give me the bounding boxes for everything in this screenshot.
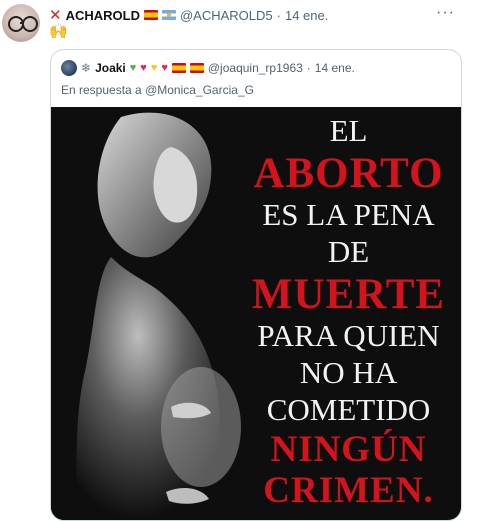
spain-flag-icon [171,63,186,73]
reply-prefix: En respuesta a [61,83,142,97]
separator-dot: · [276,7,281,23]
image-text-line: ABORTO [253,150,444,197]
pregnant-woman-silhouette [51,107,251,520]
image-text-line: DE [327,234,370,269]
image-text-line: CRIMEN. [263,470,434,511]
image-text-line: COMETIDO [266,392,431,427]
avatar[interactable] [2,4,40,42]
tweet-date[interactable]: 14 ene. [285,8,328,23]
reply-mention[interactable]: @Monica_Garcia_G [145,83,254,97]
raised-hands-emoji: 🙌 [49,23,68,40]
spain-flag-icon [143,10,158,20]
display-name[interactable]: ACHAROLD [66,8,140,23]
quoted-tweet[interactable]: ❄ Joaki ♥ ♥ ♥ ♥ @joaquin_rp1963 · 14 ene… [50,49,462,521]
quoted-tweet-header: ❄ Joaki ♥ ♥ ♥ ♥ @joaquin_rp1963 · 14 ene… [61,60,355,76]
image-text-line: ES LA PENA [262,197,435,232]
image-text-line: PARA QUIEN [257,318,440,353]
quoted-date: 14 ene. [314,61,355,75]
image-text-line: EL [329,113,368,148]
argentina-flag-icon [161,10,176,20]
yellow-heart-icon: ♥ [150,61,158,74]
tweet-header: ✕ ACHAROLD @ACHAROLD5 · 14 ene. [49,6,328,24]
tweet: ✕ ACHAROLD @ACHAROLD5 · 14 ene. ··· 🙌 ❄ … [0,0,479,521]
image-text-line: NO HA [299,355,398,390]
more-options-icon[interactable]: ··· [436,4,455,22]
snowflake-icon: ❄ [81,61,92,75]
reply-context: En respuesta a @Monica_Garcia_G [61,83,254,97]
quoted-image[interactable]: EL ABORTO ES LA PENA DE MUERTE PARA QUIE… [51,107,461,520]
image-text-line: NINGÚN [270,429,427,470]
red-heart-icon: ♥ [161,61,168,74]
image-text: EL ABORTO ES LA PENA DE MUERTE PARA QUIE… [231,115,461,513]
green-heart-icon: ♥ [129,61,137,74]
quoted-handle: @joaquin_rp1963 [207,61,303,75]
user-handle[interactable]: @ACHAROLD5 [180,8,273,23]
separator-dot: · [306,61,311,75]
quoted-display-name: Joaki [95,61,126,75]
tweet-body: 🙌 [49,22,68,40]
red-heart-icon: ♥ [140,61,147,74]
quoted-avatar [61,60,77,76]
image-text-line: MUERTE [251,271,446,318]
cross-mark-icon: ✕ [49,6,62,24]
spain-flag-icon [189,63,204,73]
